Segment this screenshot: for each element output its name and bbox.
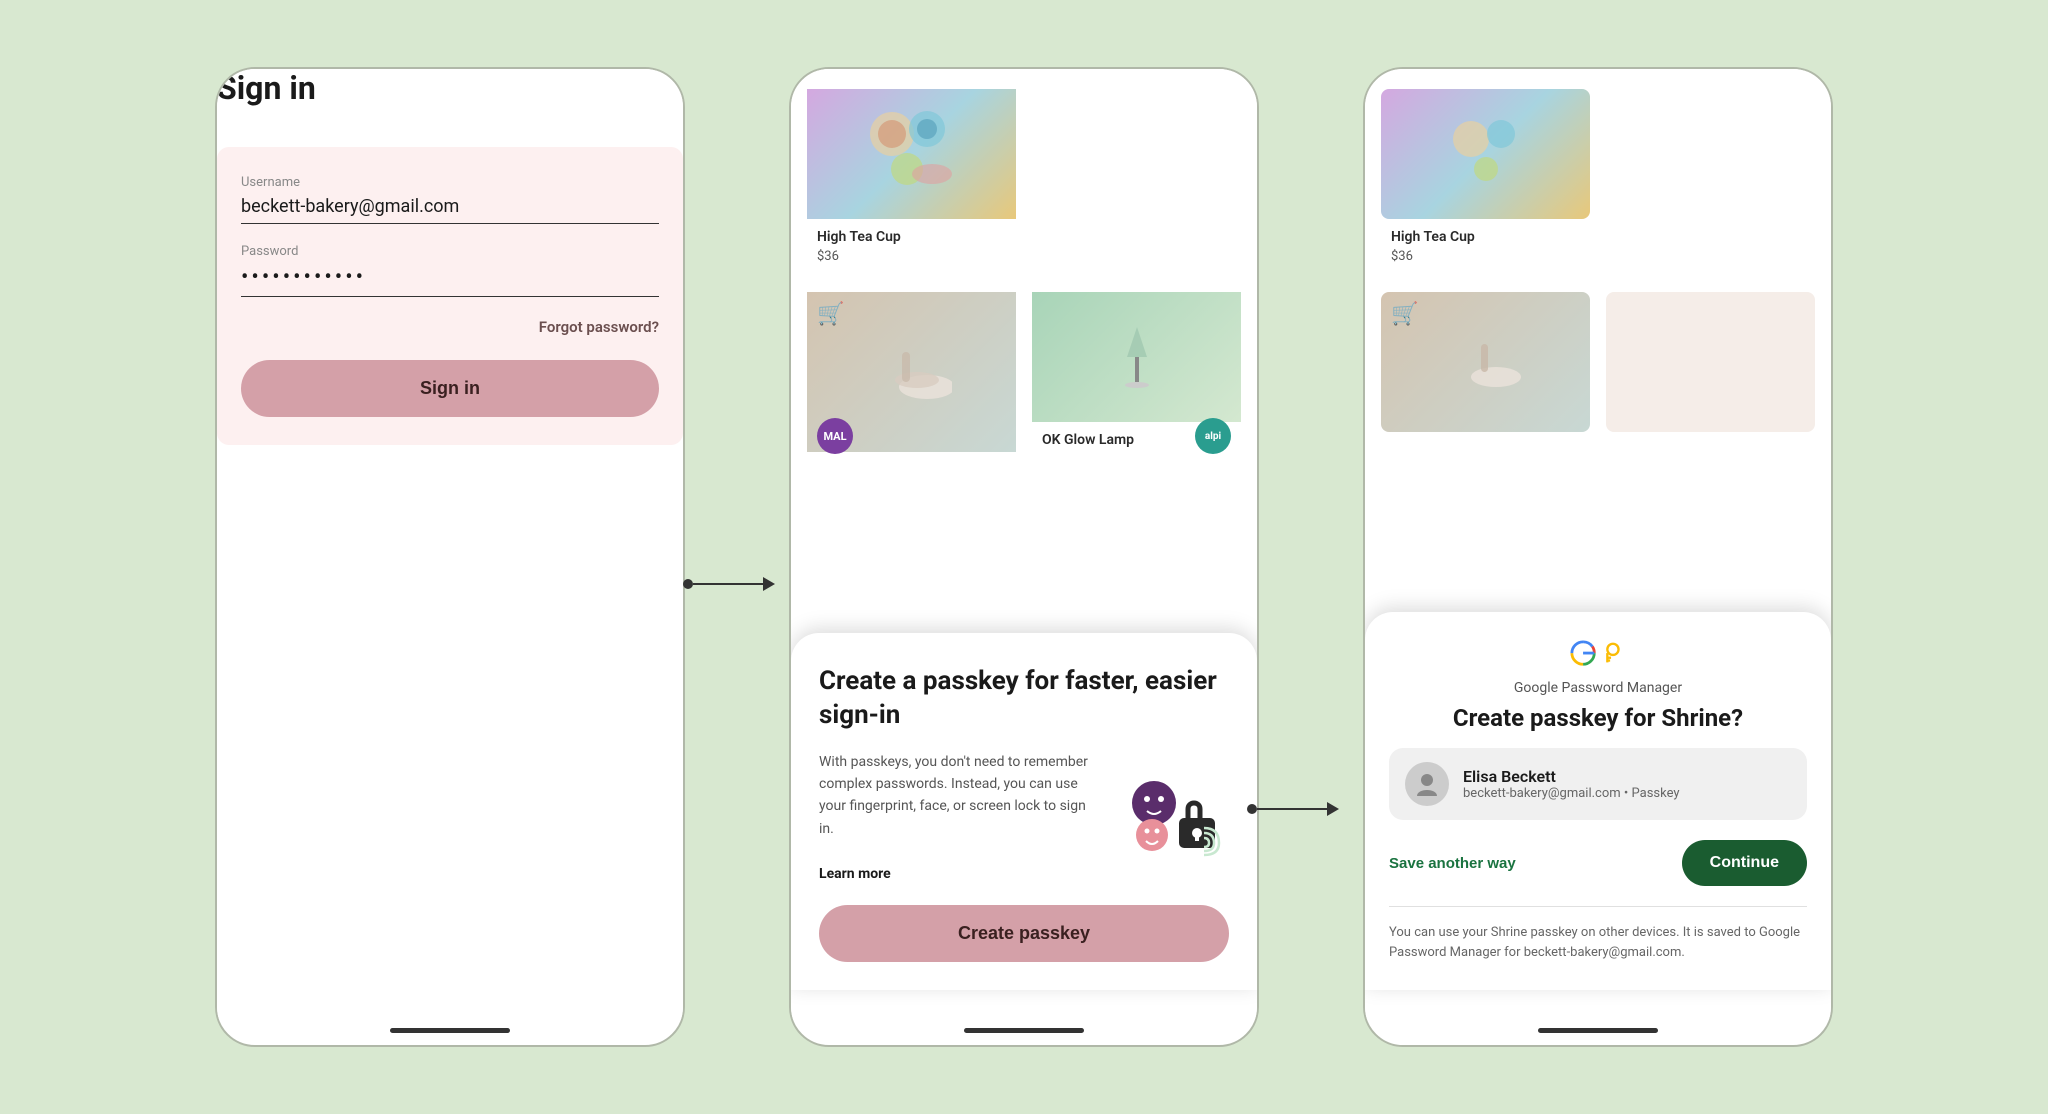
arrow1-dot [683,579,693,589]
badge-alpi: alpi [1195,418,1231,454]
phone2-container: High Tea Cup $36 [789,67,1259,1047]
signin-form-card: Username beckett-bakery@gmail.com Passwo… [217,147,683,445]
badge-mal: MAL [817,418,853,454]
gpm-main-title: Create passkey for Shrine? [1453,704,1743,732]
product-card-shoes-3: 🛒 [1381,292,1590,432]
shoes-illustration-3 [1446,322,1526,402]
passkey-sheet-title: Create a passkey for faster, easier sign… [819,665,1229,733]
arrow2-head [1327,802,1339,816]
gpm-account-info: Elisa Beckett beckett-bakery@gmail.com •… [1463,767,1680,801]
product-name-tea: High Tea Cup [817,229,1006,245]
hand-area [1032,89,1241,276]
continue-button[interactable]: Continue [1682,840,1807,886]
product-image-lamp [1032,292,1241,422]
username-value[interactable]: beckett-bakery@gmail.com [241,196,659,224]
phone1-container: Sign in Username beckett-bakery@gmail.co… [215,67,685,1047]
product-card-shoes: MAL 🛒 [807,292,1016,464]
password-field-group: Password •••••••••••• [241,244,659,297]
gpm-bottom-sheet: Google Password Manager Create passkey f… [1365,612,1831,990]
shoes-illustration [872,332,952,412]
forgot-password-link[interactable]: Forgot password? [539,318,659,336]
password-label: Password [241,244,659,259]
phone1-home-bar [390,1028,510,1033]
arrow2-shaft [1257,808,1327,810]
phone3-screen: High Tea Cup $36 [1365,69,1831,1020]
phone3-frame: High Tea Cup $36 [1363,67,1833,1047]
phone3-product-grid-2: 🛒 [1381,292,1815,432]
gpm-header: Google Password Manager Create passkey f… [1389,640,1807,732]
save-another-button[interactable]: Save another way [1389,855,1516,872]
passkey-body-text: With passkeys, you don't need to remembe… [819,754,1088,837]
passkey-illustration-svg [1124,773,1224,863]
cart-icon-shoes[interactable]: 🛒 [817,302,844,327]
signin-button[interactable]: Sign in [241,360,659,417]
hand-icon [1092,113,1182,273]
arrow1 [683,577,775,591]
arrow1-shaft [693,583,763,585]
gpm-avatar [1405,762,1449,806]
hand-icon-3 [1666,113,1756,273]
lamp-illustration [1097,317,1177,397]
cart-icon-shoes-3[interactable]: 🛒 [1391,302,1418,327]
phone2-shop-content: High Tea Cup $36 [791,69,1257,464]
phone2-home-bar [964,1028,1084,1033]
gpm-actions: Save another way Continue [1389,840,1807,886]
forgot-password-container: Forgot password? [241,317,659,336]
product-card-lamp: OK Glow Lamp alpi [1032,292,1241,464]
gpm-footer-text: You can use your Shrine passkey on other… [1389,923,1807,962]
phone3-container: High Tea Cup $36 [1363,67,1833,1047]
product-info-tea: High Tea Cup $36 [807,219,1016,276]
arrow2-dot [1247,804,1257,814]
gpm-manager-name: Google Password Manager [1514,680,1682,696]
product-image-tea [807,89,1016,219]
tea-illustration-3 [1446,114,1526,194]
avatar-icon [1413,770,1441,798]
gpm-account-card: Elisa Beckett beckett-bakery@gmail.com •… [1389,748,1807,820]
phone2-frame: High Tea Cup $36 [789,67,1259,1047]
product-price-tea: $36 [817,249,1006,264]
tea-illustration [862,104,962,204]
gpm-account-email: beckett-bakery@gmail.com • Passkey [1463,786,1680,801]
username-label: Username [241,175,659,190]
passkey-bottom-sheet: Create a passkey for faster, easier sign… [791,633,1257,990]
passkey-sheet-body: With passkeys, you don't need to remembe… [819,751,1229,885]
gpm-logo-svg [1568,640,1628,668]
phone1-screen: Sign in Username beckett-bakery@gmail.co… [217,69,683,1020]
phone1-frame: Sign in Username beckett-bakery@gmail.co… [215,67,685,1047]
product-info-tea-3: High Tea Cup $36 [1381,219,1590,276]
product-price-tea-3: $36 [1391,249,1580,264]
product-image-tea-3 [1381,89,1590,219]
passkey-sheet-text: With passkeys, you don't need to remembe… [819,751,1103,885]
product-card-tea-3: High Tea Cup $36 [1381,89,1590,276]
arrow1-head [763,577,775,591]
hand-area-3 [1606,89,1815,276]
product-card-empty-3 [1606,292,1815,432]
passkey-learn-more[interactable]: Learn more [819,866,891,882]
arrow2 [1247,802,1339,816]
passkey-icon-area [1119,751,1229,885]
gpm-logo [1568,640,1628,672]
password-value[interactable]: •••••••••••• [241,265,659,297]
gpm-account-name: Elisa Beckett [1463,767,1680,786]
gpm-divider [1389,906,1807,907]
phone3-home-bar [1538,1028,1658,1033]
page-wrapper: Sign in Username beckett-bakery@gmail.co… [0,0,2048,1114]
product-grid-bottom: MAL 🛒 O [807,292,1241,464]
product-card-tea: High Tea Cup $36 [807,89,1016,276]
signin-title: Sign in [217,69,683,107]
product-name-tea-3: High Tea Cup [1391,229,1580,245]
phone2-screen: High Tea Cup $36 [791,69,1257,1020]
product-grid-top: High Tea Cup $36 [807,89,1241,276]
phone3-shop-content: High Tea Cup $36 [1365,69,1831,432]
create-passkey-button[interactable]: Create passkey [819,905,1229,962]
phone3-product-grid: High Tea Cup $36 [1381,89,1815,276]
username-field-group: Username beckett-bakery@gmail.com [241,175,659,224]
